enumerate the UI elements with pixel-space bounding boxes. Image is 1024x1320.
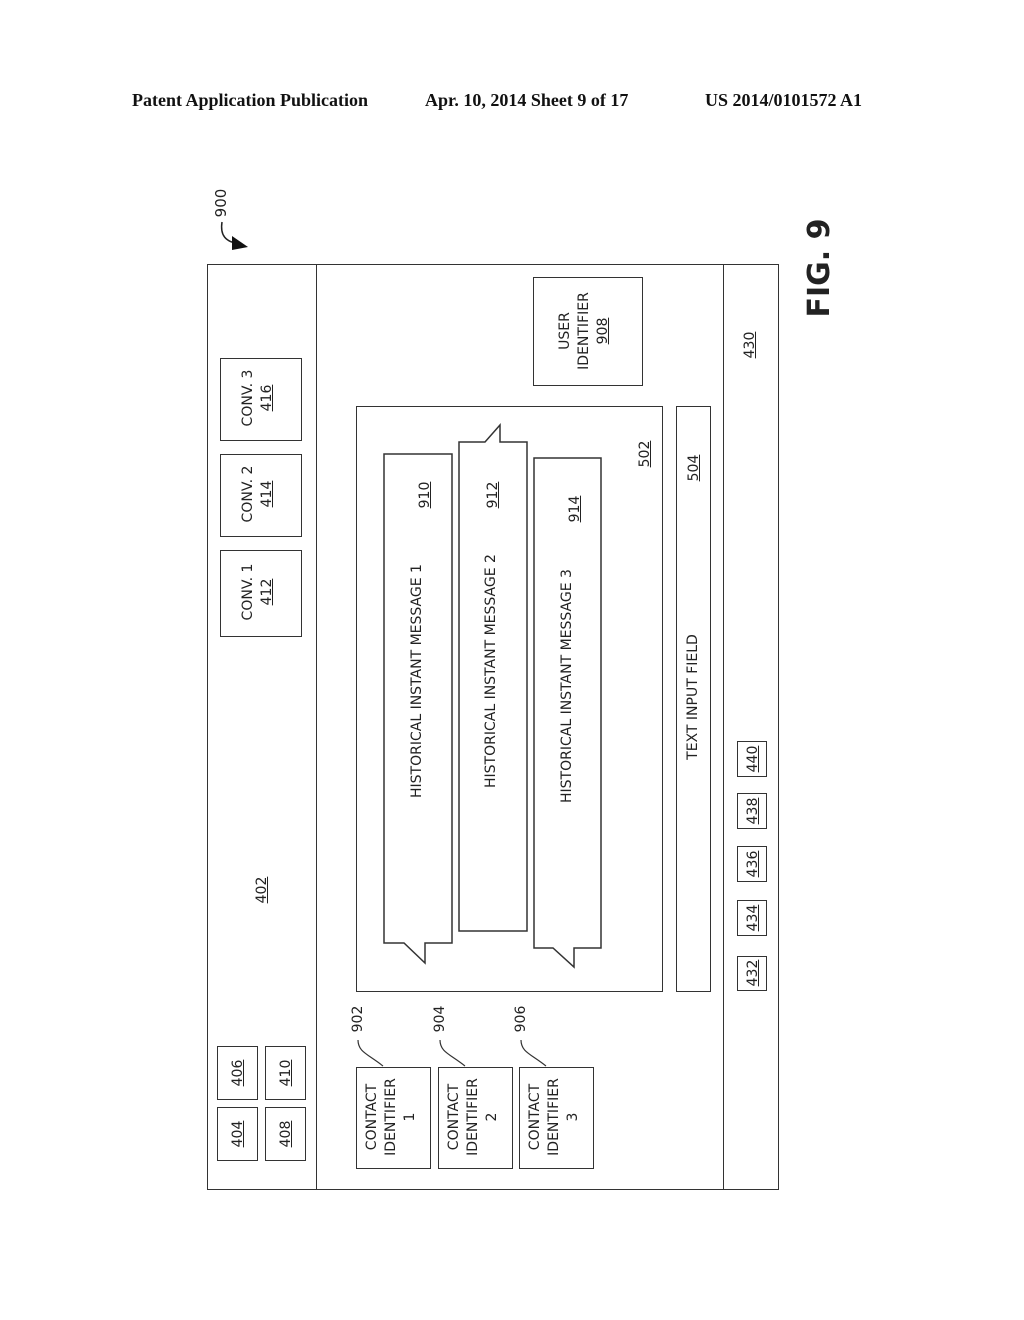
bottom-button-label: 440 xyxy=(745,745,761,773)
message-text-1: HISTORICAL INSTANT MESSAGE 1 xyxy=(409,564,425,798)
text-input-label: TEXT INPUT FIELD xyxy=(685,634,701,760)
bottom-button-436[interactable]: 436 xyxy=(737,846,767,882)
bottom-button-label: 432 xyxy=(745,959,761,987)
bottom-button-440[interactable]: 440 xyxy=(737,741,767,777)
user-identifier-line: IDENTIFIER xyxy=(575,292,592,370)
text-input-ref: 504 xyxy=(686,454,702,482)
bottom-button-label: 438 xyxy=(745,797,761,825)
message-ref-3: 914 xyxy=(567,495,583,523)
bottom-button-434[interactable]: 434 xyxy=(737,900,767,936)
message-ref-2: 912 xyxy=(485,481,501,509)
message-text-3: HISTORICAL INSTANT MESSAGE 3 xyxy=(559,569,575,803)
user-identifier[interactable]: USER IDENTIFIER 908 xyxy=(533,277,643,386)
user-identifier-line: USER xyxy=(557,312,573,350)
message-ref-1: 910 xyxy=(417,481,433,509)
user-identifier-content: USER IDENTIFIER 908 xyxy=(556,276,622,386)
message-bubbles xyxy=(383,423,602,969)
bottom-button-label: 434 xyxy=(745,904,761,932)
message-text-2: HISTORICAL INSTANT MESSAGE 2 xyxy=(483,554,499,788)
user-identifier-ref: 908 xyxy=(594,317,611,345)
text-input-field[interactable]: TEXT INPUT FIELD 504 xyxy=(676,406,711,992)
bottom-button-label: 436 xyxy=(745,850,761,878)
bottom-button-432[interactable]: 432 xyxy=(737,956,767,991)
bottom-button-438[interactable]: 438 xyxy=(737,793,767,829)
